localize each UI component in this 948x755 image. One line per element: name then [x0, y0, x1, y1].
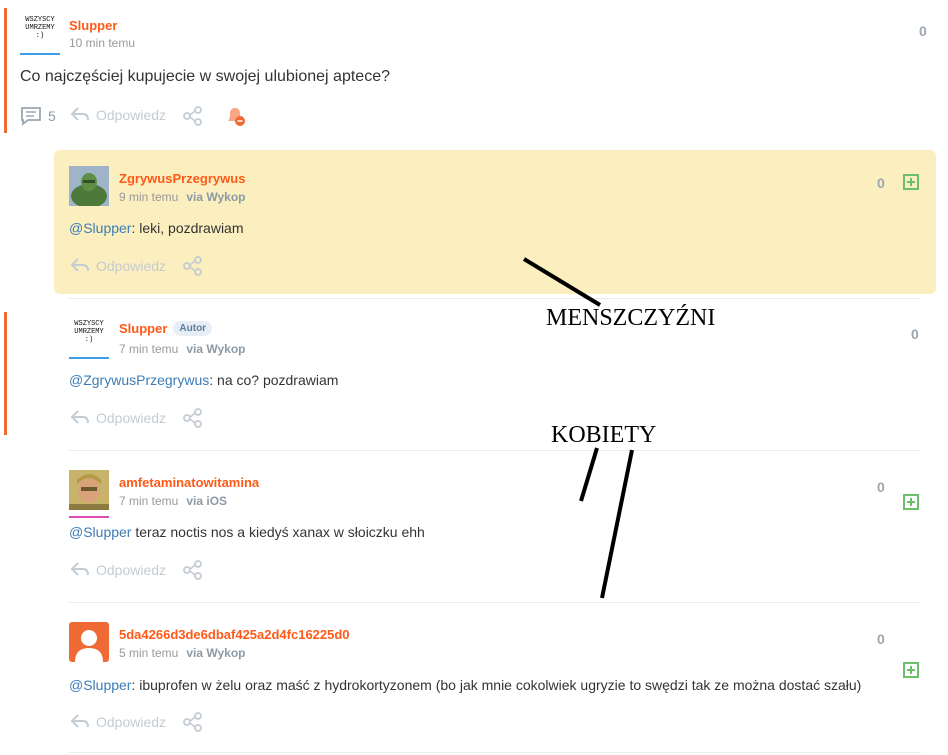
annotation-men-label: MENSZCZYŹNI [546, 305, 716, 331]
annotation-line-women-1 [579, 447, 599, 502]
annotation-line-men [522, 257, 602, 307]
annotation-line-women-2 [600, 449, 634, 599]
annotation-strokes [522, 257, 634, 599]
annotation-women-label: KOBIETY [551, 422, 657, 448]
